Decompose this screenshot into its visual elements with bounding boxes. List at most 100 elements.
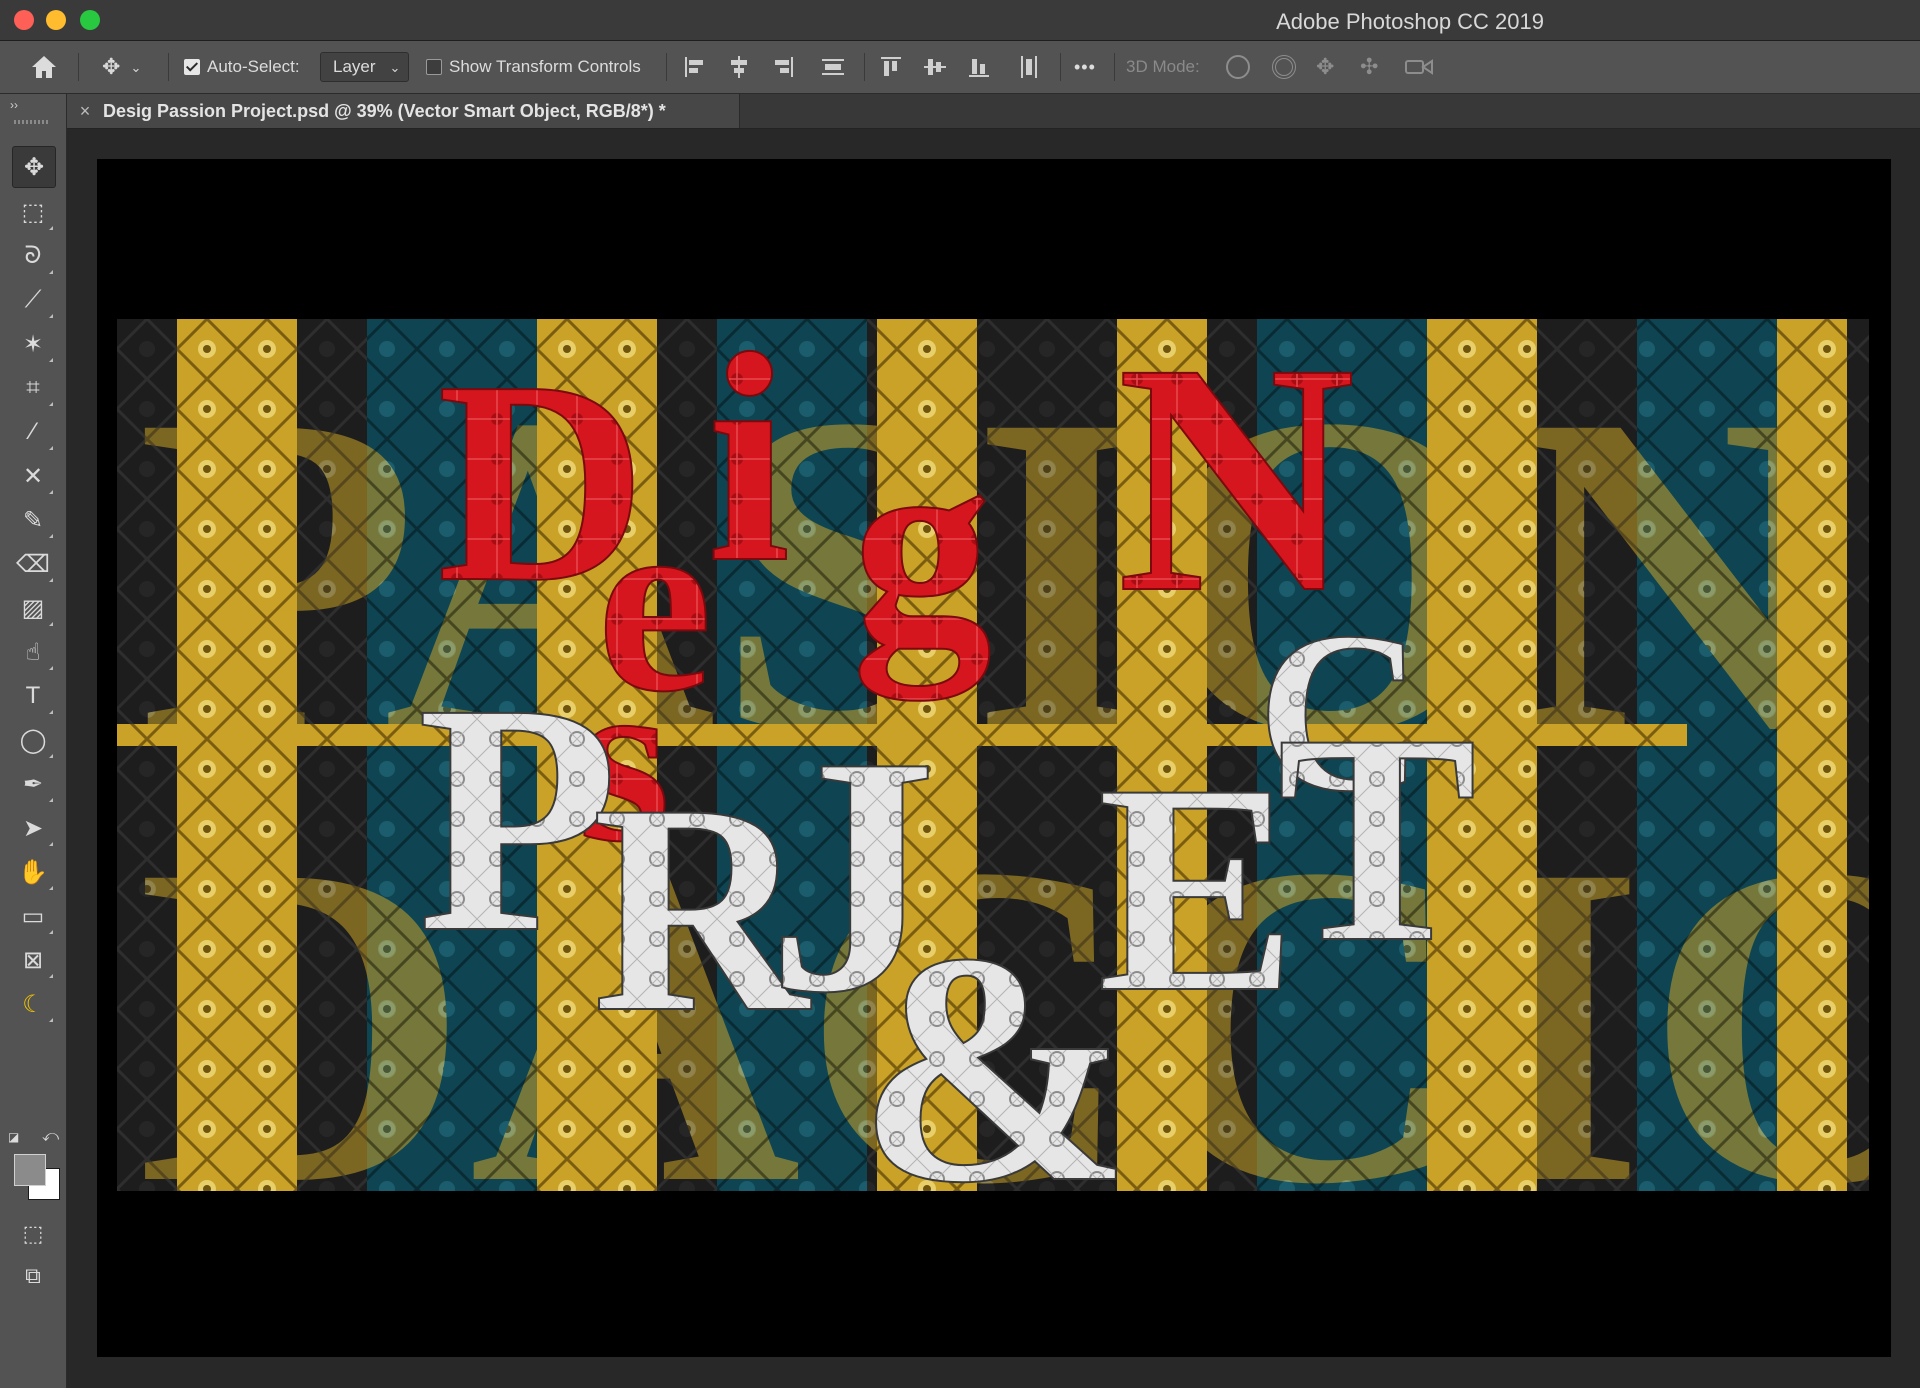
roll-3d-button[interactable] xyxy=(1272,41,1296,93)
auto-select-toggle[interactable]: Auto-Select: xyxy=(184,41,300,93)
quick-mask-button[interactable]: ⬚ xyxy=(12,1216,54,1252)
tool-group-indicator xyxy=(49,226,53,230)
more-options-button[interactable]: ••• xyxy=(1074,41,1096,93)
more-icon: ••• xyxy=(1074,56,1096,77)
close-document-icon[interactable]: × xyxy=(67,101,103,122)
align-horizontal-center-icon xyxy=(726,54,752,80)
video-camera-icon xyxy=(1405,59,1433,75)
auto-select-target-dropdown[interactable]: Layer ⌄ xyxy=(320,41,410,93)
tool-group-indicator xyxy=(49,798,53,802)
orbit-3d-icon xyxy=(1226,55,1250,79)
tool-group-indicator xyxy=(49,358,53,362)
path-selection-tool[interactable]: ➤ xyxy=(12,808,54,848)
default-colors-icon[interactable]: ◪ xyxy=(8,1130,19,1144)
banana-icon: ☾ xyxy=(22,990,44,1018)
roll-3d-icon xyxy=(1272,55,1296,79)
eraser-icon: ⌫ xyxy=(16,550,50,578)
svg-text:&: & xyxy=(857,886,1132,1191)
collapse-panel-button[interactable]: ›› xyxy=(10,98,18,112)
ellipse-tool[interactable]: ◯ xyxy=(12,720,54,760)
document-canvas[interactable]: PASION DACCIO D e i s g N P R J & E C T xyxy=(97,159,1891,1357)
pen-tool[interactable]: ✒ xyxy=(12,764,54,804)
lasso-tool[interactable]: ᘐ xyxy=(12,236,54,276)
magic-wand-tool[interactable]: ✶ xyxy=(12,324,54,364)
auto-select-checkbox[interactable] xyxy=(184,59,200,75)
tool-group-indicator xyxy=(49,314,53,318)
ruler-tool[interactable]: ▭ xyxy=(12,896,54,936)
align-left-button[interactable] xyxy=(682,41,708,93)
align-vertical-center-icon xyxy=(922,54,948,80)
show-transform-toggle[interactable]: Show Transform Controls xyxy=(426,41,641,93)
ruler-icon: ▭ xyxy=(21,902,45,930)
magic-wand-icon: ✶ xyxy=(22,330,44,358)
tool-group-indicator xyxy=(49,974,53,978)
pan-3d-button[interactable]: ✥ xyxy=(1316,41,1334,93)
eyedropper-tool[interactable]: ⁄ xyxy=(12,412,54,452)
frame-icon: ⊠ xyxy=(22,946,44,974)
color-swatches: ◪ ⤺ xyxy=(8,1128,62,1206)
svg-text:g: g xyxy=(852,389,992,705)
home-icon xyxy=(32,56,56,78)
hand-tool[interactable]: ✋ xyxy=(12,852,54,892)
scale-3d-button[interactable] xyxy=(1404,41,1434,93)
document-tab[interactable]: × Desig Passion Project.psd @ 39% (Vecto… xyxy=(67,94,740,128)
tool-group-indicator xyxy=(49,578,53,582)
eraser-tool[interactable]: ⌫ xyxy=(12,544,54,584)
align-vertical-center-button[interactable] xyxy=(922,41,948,93)
tool-group-indicator xyxy=(49,710,53,714)
healing-tool[interactable]: ✕ xyxy=(12,456,54,496)
tools-panel: ›› ✥ ⬚ ᘐ ⟋ ✶ ⌗ ⁄ ✕ ✎ ⌫ ▨ ☝ T ◯ ✒ ➤ ✋ ▭ ⊠ ☾ ◪ ⤺ ⬚ ⧉ xyxy=(0,94,67,1388)
minimize-window-button[interactable] xyxy=(46,10,66,30)
crop-tool[interactable]: ⌗ xyxy=(12,368,54,408)
canvas-workspace[interactable]: PASION DACCIO D e i s g N P R J & E C T xyxy=(67,129,1920,1388)
show-transform-checkbox[interactable] xyxy=(426,59,442,75)
screen-mode-button[interactable]: ⧉ xyxy=(12,1258,54,1294)
tool-group-indicator xyxy=(49,490,53,494)
home-button[interactable] xyxy=(30,41,58,93)
tool-preset-picker[interactable]: ✥ ⌄ xyxy=(102,41,141,93)
swap-colors-icon[interactable]: ⤺ xyxy=(42,1128,59,1146)
move-tool[interactable]: ✥ xyxy=(12,146,56,188)
distribute-horizontal-button[interactable] xyxy=(1016,41,1042,93)
gradient-tool[interactable]: ▨ xyxy=(12,588,54,628)
panel-grip[interactable] xyxy=(14,120,50,124)
frame-tool[interactable]: ⊠ xyxy=(12,940,54,980)
quick-mask-icon: ⬚ xyxy=(22,1221,44,1246)
separator xyxy=(666,53,667,81)
marquee-tool[interactable]: ⬚ xyxy=(12,192,54,232)
distribute-icon xyxy=(820,54,846,80)
orbit-3d-button[interactable] xyxy=(1226,41,1250,93)
pen-icon: ✒ xyxy=(22,770,44,798)
zoom-window-button[interactable] xyxy=(80,10,100,30)
close-window-button[interactable] xyxy=(14,10,34,30)
slide-3d-button[interactable]: ✣ xyxy=(1360,41,1378,93)
align-top-button[interactable] xyxy=(878,41,904,93)
distribute-vertical-button[interactable] xyxy=(820,41,846,93)
align-top-icon xyxy=(878,54,904,80)
banana-tool[interactable]: ☾ xyxy=(12,984,54,1024)
quick-selection-tool[interactable]: ⟋ xyxy=(12,280,54,320)
type-tool[interactable]: T xyxy=(12,676,54,716)
tool-group-indicator xyxy=(49,402,53,406)
healing-icon: ✕ xyxy=(22,462,44,490)
typographic-artwork: PASION DACCIO D e i s g N P R J & E C T xyxy=(117,319,1869,1191)
marquee-icon: ⬚ xyxy=(21,198,45,226)
align-right-button[interactable] xyxy=(770,41,796,93)
lasso-icon: ᘐ xyxy=(24,242,42,269)
svg-text:T: T xyxy=(1277,672,1477,1004)
smudge-icon: ☝ xyxy=(25,638,41,666)
hand-icon: ✋ xyxy=(18,858,48,886)
tool-group-indicator xyxy=(49,1018,53,1022)
tool-group-indicator xyxy=(49,270,53,274)
chevron-down-icon: ⌄ xyxy=(130,59,142,75)
align-horizontal-center-button[interactable] xyxy=(726,41,752,93)
align-bottom-button[interactable] xyxy=(966,41,992,93)
svg-text:i: i xyxy=(707,319,790,624)
screen-mode-icon: ⧉ xyxy=(25,1263,41,1288)
smudge-tool[interactable]: ☝ xyxy=(12,632,54,672)
svg-text:P: P xyxy=(417,636,619,1001)
foreground-color-swatch[interactable] xyxy=(14,1154,46,1186)
three-d-mode-label: 3D Mode: xyxy=(1126,57,1200,76)
separator xyxy=(168,53,169,81)
brush-tool[interactable]: ✎ xyxy=(12,500,54,540)
